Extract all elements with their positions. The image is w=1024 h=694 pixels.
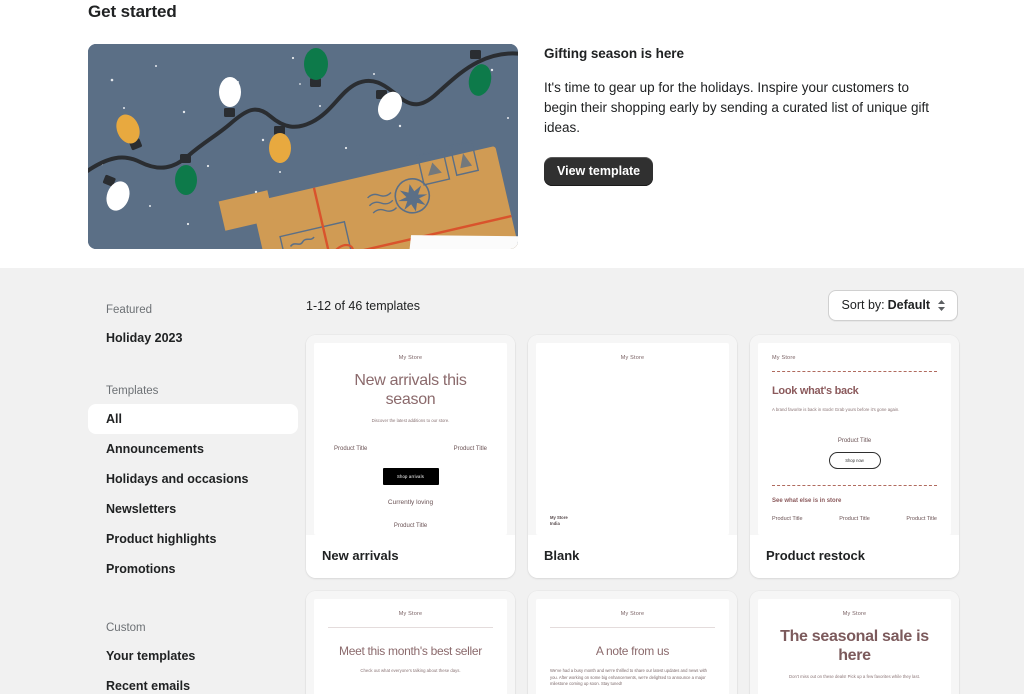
sidebar-group-label-featured: Featured xyxy=(106,304,153,316)
preview-divider-top xyxy=(772,371,937,372)
template-card-best-seller[interactable]: My Store Meet this month's best seller C… xyxy=(306,591,515,694)
template-preview: My Store New arrivals this season Discov… xyxy=(306,335,515,535)
template-gallery-page: Get started Gifting season is here It's … xyxy=(0,0,1024,694)
template-card-product-restock[interactable]: My Store Look what's back A brand favori… xyxy=(750,335,959,578)
sidebar-item-recent-emails[interactable]: Recent emails xyxy=(88,671,298,694)
preview-product-left: Product Title xyxy=(334,446,368,452)
preview-subtitle: Check out what everyone's talking about … xyxy=(360,668,461,673)
template-preview: My Store My Store India xyxy=(528,335,737,535)
preview-body: We've had a busy month and we're thrille… xyxy=(550,668,708,687)
page-title: Get started xyxy=(88,2,177,21)
results-count: 1-12 of 46 templates xyxy=(306,299,420,313)
sidebar-item-holidays-and-occasions[interactable]: Holidays and occasions xyxy=(88,464,298,494)
sidebar-item-your-templates[interactable]: Your templates xyxy=(88,641,298,671)
sidebar-group-templates: Templates All Announcements Holidays and… xyxy=(88,385,298,584)
templates-section: Featured Holiday 2023 Templates All Anno… xyxy=(0,268,1024,694)
preview-heading: Meet this month's best seller xyxy=(339,644,482,658)
preview-footer-country: India xyxy=(550,521,560,526)
template-name: Product restock xyxy=(750,535,959,578)
view-template-button[interactable]: View template xyxy=(544,157,654,186)
template-card-blank[interactable]: My Store My Store India Blank xyxy=(528,335,737,578)
template-preview: My Store The seasonal sale is here Don't… xyxy=(750,591,959,694)
preview-link: See what else is in store xyxy=(772,497,842,504)
sidebar-item-all[interactable]: All xyxy=(88,404,298,434)
templates-toolbar: 1-12 of 46 templates Sort by: Default xyxy=(306,290,958,324)
preview-bottom-product: Product Title xyxy=(393,523,428,529)
template-card-seasonal-sale[interactable]: My Store The seasonal sale is here Don't… xyxy=(750,591,959,694)
sort-by-label: Sort by: xyxy=(841,298,885,312)
preview-bottom-product-2: Product Title xyxy=(839,515,870,522)
template-card-new-arrivals[interactable]: My Store New arrivals this season Discov… xyxy=(306,335,515,578)
preview-divider xyxy=(550,627,715,628)
sidebar-group-featured: Featured Holiday 2023 xyxy=(88,304,298,353)
sidebar-item-newsletters[interactable]: Newsletters xyxy=(88,494,298,524)
preview-store-name: My Store xyxy=(842,611,867,617)
template-preview: My Store Meet this month's best seller C… xyxy=(306,591,515,694)
hero-description: It's time to gear up for the holidays. I… xyxy=(544,80,930,135)
sidebar-group-label-templates: Templates xyxy=(106,385,159,397)
template-preview: My Store A note from us We've had a busy… xyxy=(528,591,737,694)
preview-store-name: My Store xyxy=(620,611,645,617)
preview-subtitle: Don't miss out on these deals! Pick up a… xyxy=(789,674,920,679)
preview-cta-button: Shop now xyxy=(828,451,881,469)
sidebar-item-product-highlights[interactable]: Product highlights xyxy=(88,524,298,554)
preview-heading: New arrivals this season xyxy=(354,372,467,408)
sidebar-group-custom: Custom Your templates Recent emails Code… xyxy=(88,622,298,694)
sort-by-value: Default xyxy=(887,298,930,312)
template-name: New arrivals xyxy=(306,535,515,578)
templates-sidebar: Featured Holiday 2023 Templates All Anno… xyxy=(88,304,298,694)
preview-cta-button: Shop arrivals xyxy=(382,468,439,485)
hero-text-block: Gifting season is here It's time to gear… xyxy=(544,46,944,186)
hero-illustration xyxy=(88,44,518,249)
preview-divider-bottom xyxy=(772,484,937,486)
holiday-string-lights-envelope-icon xyxy=(88,44,518,249)
template-name: Blank xyxy=(528,535,737,578)
sidebar-item-promotions[interactable]: Promotions xyxy=(88,554,298,584)
preview-store-name: My Store xyxy=(620,355,645,361)
templates-grid: My Store New arrivals this season Discov… xyxy=(306,335,959,694)
preview-heading: The seasonal sale is here xyxy=(780,628,929,664)
preview-subtitle: Discover the latest additions to our sto… xyxy=(371,418,450,423)
template-card-note-from-us[interactable]: My Store A note from us We've had a busy… xyxy=(528,591,737,694)
preview-heading: A note from us xyxy=(595,644,670,658)
sidebar-item-holiday-2023[interactable]: Holiday 2023 xyxy=(88,323,298,353)
preview-store-name: My Store xyxy=(398,355,423,361)
preview-caption: Currently loving xyxy=(387,499,434,506)
sidebar-group-label-custom: Custom xyxy=(106,622,146,634)
preview-divider xyxy=(328,627,493,628)
templates-content: 1-12 of 46 templates Sort by: Default My… xyxy=(306,290,959,694)
sidebar-item-announcements[interactable]: Announcements xyxy=(88,434,298,464)
preview-body: A brand favorite is back in stock! Grab … xyxy=(772,407,900,412)
hero-title: Gifting season is here xyxy=(544,46,684,61)
preview-product-right: Product Title xyxy=(453,446,487,452)
template-preview: My Store Look what's back A brand favori… xyxy=(750,335,959,535)
get-started-section: Get started Gifting season is here It's … xyxy=(0,0,1024,268)
preview-bottom-product-1: Product Title xyxy=(772,515,803,522)
sort-by-button[interactable]: Sort by: Default xyxy=(827,290,958,321)
preview-store-name: My Store xyxy=(398,611,423,617)
preview-store-name: My Store xyxy=(772,355,796,361)
preview-product: Product Title xyxy=(837,437,872,444)
chevron-up-down-icon xyxy=(937,299,946,312)
preview-heading: Look what's back xyxy=(772,385,859,397)
preview-bottom-product-3: Product Title xyxy=(906,515,937,522)
